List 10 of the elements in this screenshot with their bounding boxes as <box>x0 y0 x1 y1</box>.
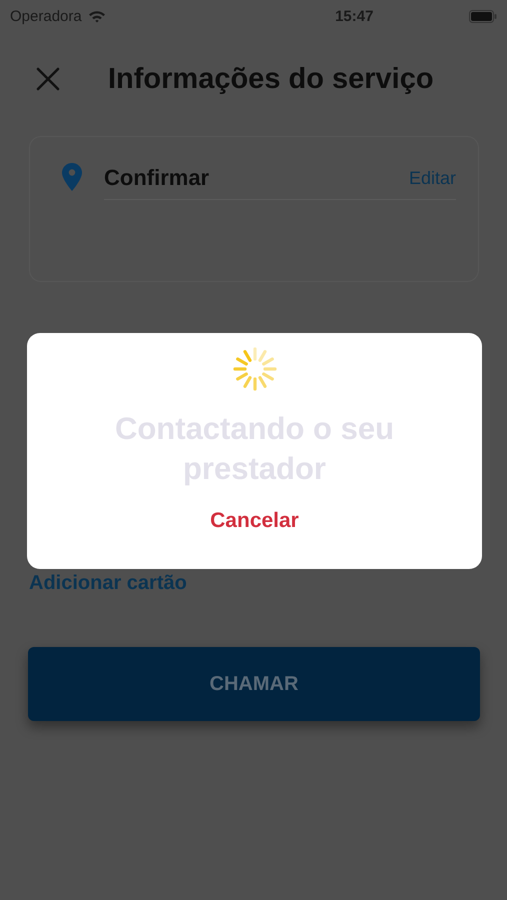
location-pin-icon <box>62 163 82 191</box>
wifi-icon <box>88 10 106 22</box>
cancel-button[interactable]: Cancelar <box>202 505 307 537</box>
spinner-icon <box>230 345 278 393</box>
page-title: Informações do serviço <box>108 62 434 96</box>
close-icon[interactable] <box>36 67 60 91</box>
battery-icon <box>469 10 497 22</box>
add-card-link[interactable]: Adicionar cartão <box>29 572 187 595</box>
edit-link[interactable]: Editar <box>408 168 456 188</box>
address-label: Confirmar <box>104 165 210 191</box>
